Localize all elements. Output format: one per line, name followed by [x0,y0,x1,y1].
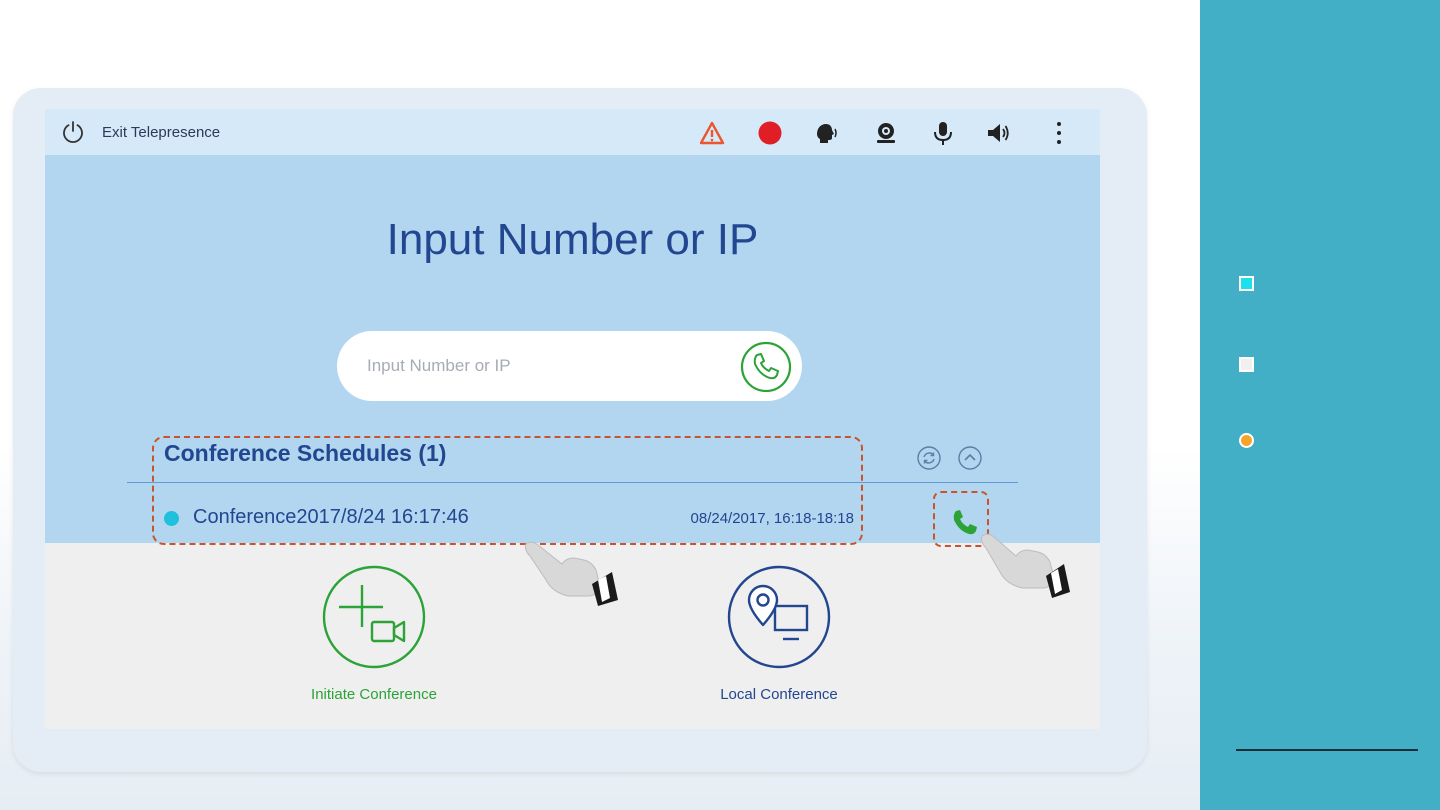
volume-icon[interactable] [985,120,1011,146]
schedule-highlight-box [152,436,863,545]
initiate-conference-label: Initiate Conference [311,686,437,703]
speaker-voice-icon[interactable] [813,120,839,146]
pointing-hand-icon [981,533,1070,598]
call-button[interactable] [740,341,792,393]
record-icon[interactable] [757,120,783,146]
page-title: Input Number or IP [386,215,759,264]
panel-divider-line [1236,749,1418,751]
number-ip-input[interactable] [367,351,717,381]
local-conference-button[interactable]: Local Conference [699,565,859,703]
bullet-orange [1239,433,1254,448]
bullet-cyan [1239,276,1254,291]
power-icon[interactable] [61,120,85,144]
search-box [337,331,802,401]
warning-icon[interactable] [699,120,725,146]
pointing-hand-icon [525,541,618,606]
location-screen-icon [727,565,831,669]
camera-icon[interactable] [873,120,899,146]
more-vertical-icon[interactable] [1046,120,1072,146]
right-panel [1200,0,1440,810]
bullet-white [1239,357,1254,372]
add-video-icon [322,565,426,669]
top-toolbar: Exit Telepresence [45,109,1100,155]
chevron-up-icon[interactable] [958,446,982,470]
exit-telepresence-button[interactable]: Exit Telepresence [102,124,220,141]
microphone-icon[interactable] [930,120,956,146]
refresh-icon[interactable] [917,446,941,470]
initiate-conference-button[interactable]: Initiate Conference [294,565,454,703]
app-screen: Exit Telepresence Input Number or IP Inp… [45,109,1100,729]
local-conference-label: Local Conference [720,686,838,703]
